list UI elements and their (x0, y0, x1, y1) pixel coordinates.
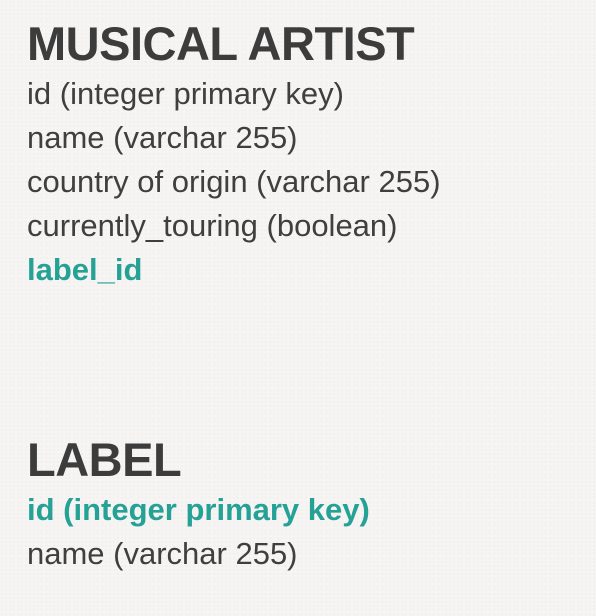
field-id: id (integer primary key) (27, 76, 344, 111)
field-country-of-origin: country of origin (varchar 255) (27, 164, 441, 199)
musical-artist-entity: MUSICAL ARTIST id (integer primary key) … (27, 16, 441, 292)
entity-title-musical-artist: MUSICAL ARTIST (27, 17, 415, 70)
field-name: name (varchar 255) (27, 536, 298, 571)
entity-title-label: LABEL (27, 433, 182, 486)
field-currently-touring: currently_touring (boolean) (27, 208, 398, 243)
field-id-primary-key: id (integer primary key) (27, 492, 370, 527)
label-entity: LABEL id (integer primary key) name (var… (27, 432, 370, 576)
field-name: name (varchar 255) (27, 120, 298, 155)
field-label-id-foreign-key: label_id (27, 252, 143, 287)
